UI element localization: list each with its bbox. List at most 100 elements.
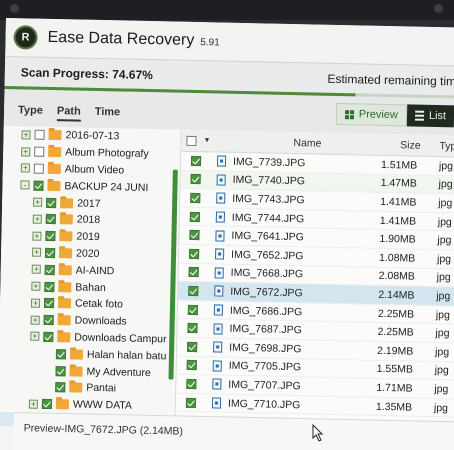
list-button[interactable]: List <box>406 104 454 128</box>
tree-node-checkbox[interactable] <box>55 348 67 360</box>
tree-node-checkbox[interactable] <box>33 180 44 191</box>
expand-icon[interactable]: + <box>31 281 41 291</box>
expand-icon[interactable]: + <box>28 399 39 409</box>
tree-node-label: Downloads Campur <box>74 331 167 346</box>
row-checkbox[interactable] <box>187 323 198 334</box>
preview-button[interactable]: Preview <box>335 102 408 127</box>
row-checkbox[interactable] <box>185 397 197 408</box>
select-all-control[interactable]: ▼ <box>181 135 215 146</box>
row-checkbox[interactable] <box>189 211 200 222</box>
file-size: 2.25MB <box>377 325 414 339</box>
image-file-icon <box>214 285 224 298</box>
expand-icon[interactable]: + <box>32 231 42 241</box>
expand-icon[interactable]: + <box>31 264 41 275</box>
tab-type[interactable]: Type <box>18 104 43 121</box>
preview-button-label: Preview <box>358 108 399 122</box>
expand-icon[interactable]: + <box>30 315 40 325</box>
image-file-icon <box>213 341 223 353</box>
file-name: IMG_7707.JPG <box>228 378 301 393</box>
tree-node-checkbox[interactable] <box>45 214 56 225</box>
image-file-icon <box>212 378 222 391</box>
file-size: 1.41MB <box>380 195 417 209</box>
file-type: jpg <box>434 345 450 359</box>
image-file-icon <box>213 304 224 316</box>
folder-icon <box>55 399 70 410</box>
file-type: jpg <box>436 271 451 284</box>
file-type: jpg <box>435 308 451 321</box>
expand-icon[interactable]: + <box>30 298 41 308</box>
expand-icon[interactable]: + <box>30 332 40 342</box>
tree-node-checkbox[interactable] <box>55 365 66 376</box>
column-header-name[interactable]: Name <box>229 135 381 150</box>
file-size: 1.90MB <box>379 233 416 246</box>
row-checkbox[interactable] <box>187 341 198 352</box>
tree-node-checkbox[interactable] <box>43 315 54 326</box>
collapse-icon[interactable]: - <box>20 180 30 190</box>
file-size: 2.08MB <box>378 270 415 283</box>
row-checkbox[interactable] <box>189 230 200 241</box>
tree-node-checkbox[interactable] <box>44 264 55 275</box>
chevron-down-icon[interactable]: ▼ <box>203 137 210 144</box>
tree-node-label: 2016-07-13 <box>65 129 120 143</box>
file-type: jpg <box>438 197 453 210</box>
tree-node-label: Cetak foto <box>74 297 124 311</box>
file-type: jpg <box>433 401 449 414</box>
row-checkbox[interactable] <box>189 248 200 259</box>
image-file-icon <box>216 174 226 186</box>
file-size: 2.14MB <box>378 288 415 302</box>
expand-icon[interactable]: + <box>33 197 43 207</box>
column-header-type[interactable]: Type <box>439 140 454 153</box>
expand-icon[interactable]: + <box>20 163 30 174</box>
file-type: jpg <box>434 382 449 396</box>
app-logo-icon: R <box>13 25 38 50</box>
tree-node-checkbox[interactable] <box>46 197 57 208</box>
file-name: IMG_7687.JPG <box>229 322 303 337</box>
image-file-icon <box>215 211 225 223</box>
monitor-bezel <box>0 0 454 20</box>
tree-node-label: 2017 <box>77 197 101 210</box>
tree-node-checkbox[interactable] <box>43 331 54 343</box>
app-window: R Ease Data Recovery 5.91 Scan Progress:… <box>0 18 454 450</box>
expand-icon[interactable]: + <box>21 147 31 157</box>
file-size: 1.08MB <box>378 251 416 265</box>
tree-node-label: 2020 <box>75 247 100 260</box>
row-checkbox[interactable] <box>186 360 197 371</box>
row-checkbox[interactable] <box>190 192 201 204</box>
expand-icon[interactable]: + <box>21 130 31 140</box>
column-header-size[interactable]: Size <box>381 138 439 151</box>
file-type: jpg <box>437 234 452 247</box>
tree-node-label: Album Photografy <box>65 146 149 161</box>
expand-icon[interactable]: + <box>32 214 42 224</box>
tab-time[interactable]: Time <box>95 106 121 123</box>
tree-node-checkbox[interactable] <box>44 281 55 292</box>
tree-node-checkbox[interactable] <box>41 398 53 410</box>
file-type: jpg <box>436 252 452 266</box>
row-checkbox[interactable] <box>190 174 201 185</box>
expand-icon[interactable]: + <box>31 248 42 258</box>
tree-tabs: Type Path Time <box>12 104 121 128</box>
tree-node-checkbox[interactable] <box>33 163 44 174</box>
list-icon <box>414 110 425 121</box>
file-name: IMG_7740.JPG <box>232 174 306 188</box>
folder-icon <box>58 248 73 259</box>
tree-node-checkbox[interactable] <box>34 146 45 158</box>
row-checkbox[interactable] <box>186 378 197 389</box>
tree-node-checkbox[interactable] <box>43 298 55 309</box>
tree-node-checkbox[interactable] <box>44 247 56 259</box>
row-checkbox[interactable] <box>188 285 199 297</box>
tree-node-label: BACKUP 24 JUNI <box>64 180 149 194</box>
tab-path[interactable]: Path <box>56 105 81 122</box>
file-type: jpg <box>434 364 449 377</box>
file-name: IMG_7668.JPG <box>230 267 304 281</box>
folder-icon <box>58 281 72 292</box>
file-name: IMG_7710.JPG <box>227 397 301 411</box>
select-all-checkbox[interactable] <box>186 135 197 146</box>
image-file-icon <box>212 360 222 372</box>
row-checkbox[interactable] <box>187 304 199 315</box>
tree-node-checkbox[interactable] <box>34 130 45 141</box>
tree-node-checkbox[interactable] <box>45 231 56 242</box>
row-checkbox[interactable] <box>190 155 202 166</box>
tree-node-checkbox[interactable] <box>55 382 66 393</box>
row-checkbox[interactable] <box>188 267 199 278</box>
file-size: 2.19MB <box>376 344 414 358</box>
